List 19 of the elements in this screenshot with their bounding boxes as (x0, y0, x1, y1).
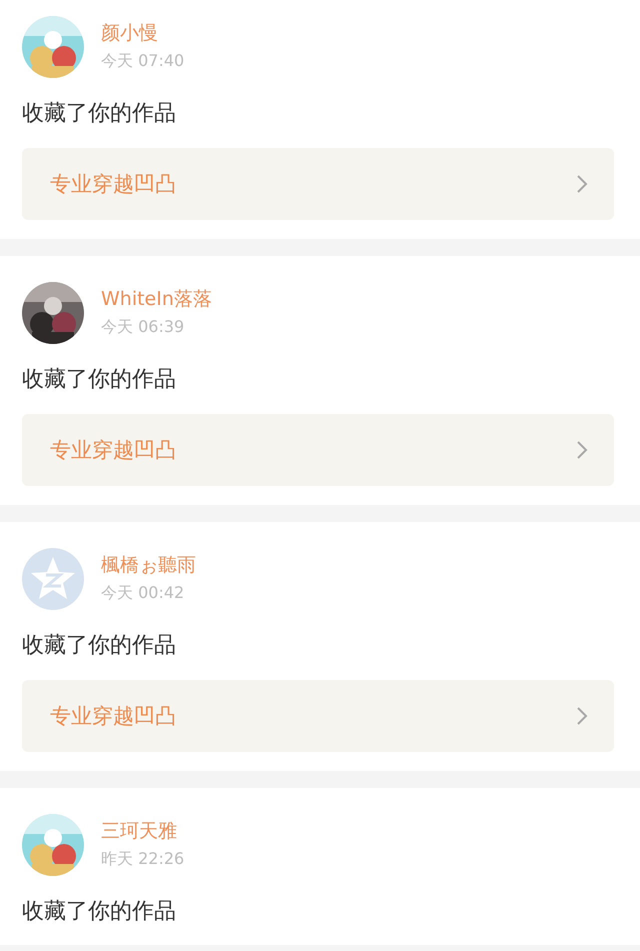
user-name[interactable]: 颜小慢 (101, 19, 184, 47)
timestamp: 今天 07:40 (101, 50, 184, 72)
chevron-right-icon (576, 440, 588, 460)
chevron-right-icon (576, 706, 588, 726)
work-link[interactable]: 专业穿越凹凸 (22, 414, 614, 486)
default-avatar-icon (22, 548, 84, 610)
chevron-right-icon (576, 174, 588, 194)
activity-text: 收藏了你的作品 (22, 100, 177, 128)
timestamp: 今天 00:42 (101, 582, 186, 604)
user-name[interactable]: 三珂天雅 (101, 817, 184, 845)
work-link[interactable]: 专业穿越凹凸 (22, 148, 614, 220)
activity-text: 收藏了你的作品 (22, 632, 177, 660)
activity-text: 收藏了你的作品 (22, 898, 177, 926)
work-link[interactable]: 专业穿越凹凸 (22, 680, 614, 752)
timestamp: 昨天 22:26 (101, 848, 184, 870)
user-name[interactable]: 楓橋ぉ聽雨 (101, 551, 196, 579)
user-name[interactable]: WhiteIn落落 (101, 285, 212, 313)
activity-text: 收藏了你的作品 (22, 366, 177, 394)
timestamp: 今天 06:39 (101, 316, 186, 338)
